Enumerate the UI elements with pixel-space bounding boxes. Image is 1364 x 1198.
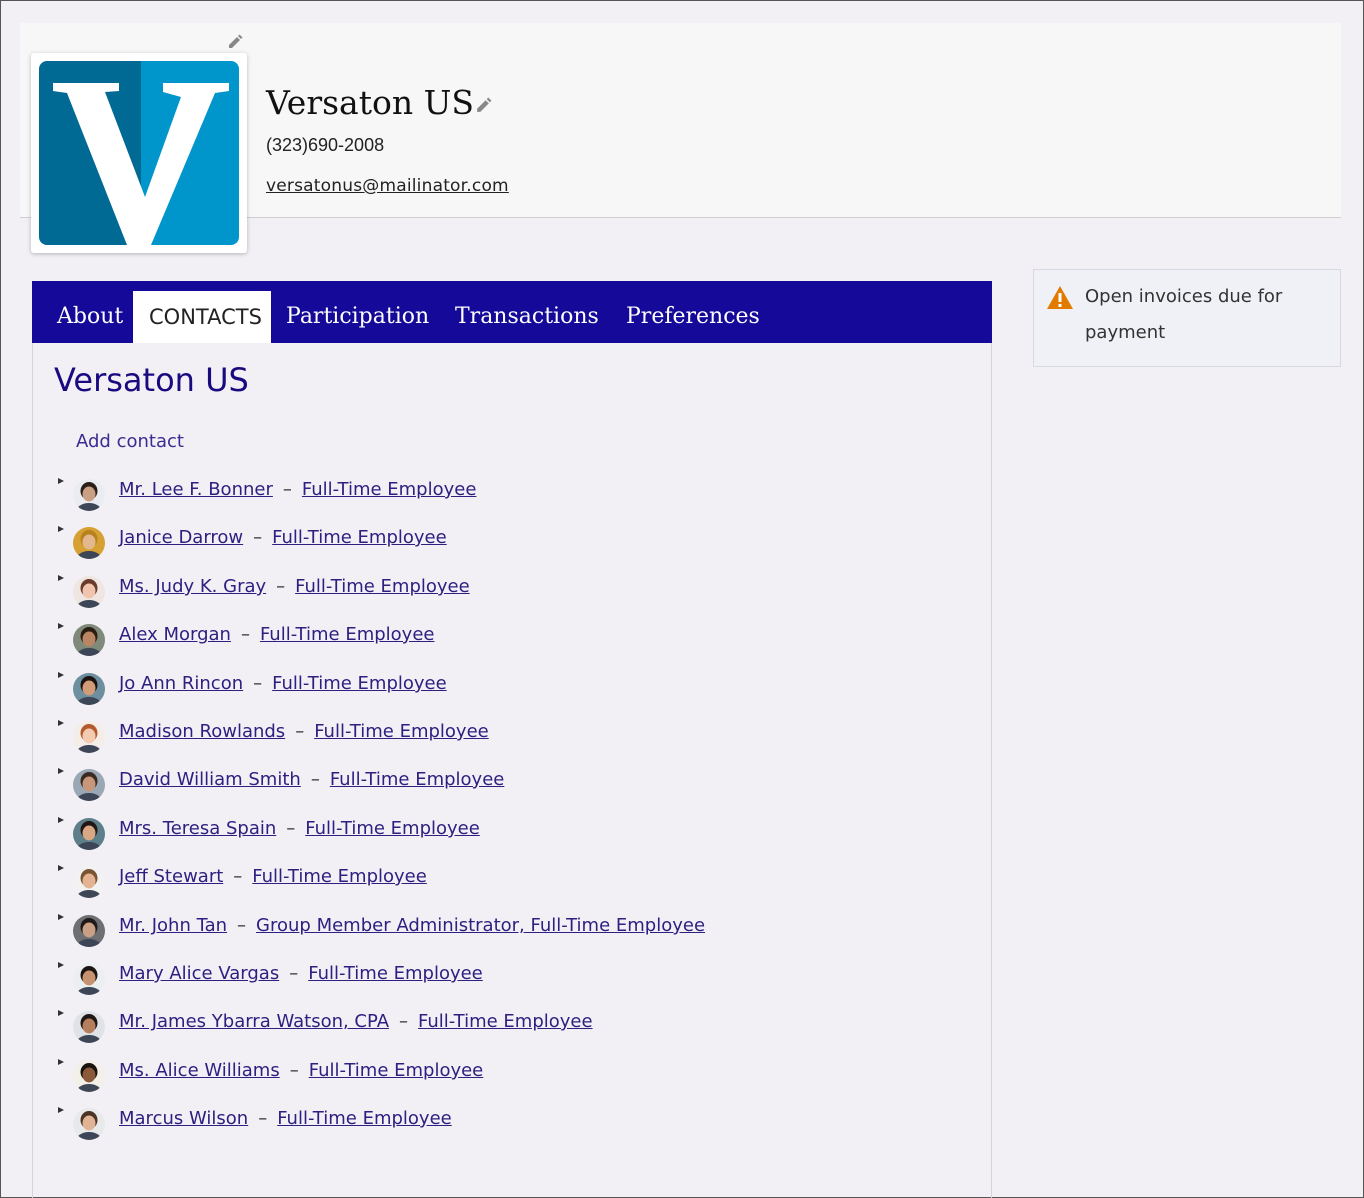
organization-logo [31,53,247,253]
separator: – [253,527,263,548]
tab-contacts[interactable]: CONTACTS [133,291,271,343]
expand-triangle-icon[interactable] [57,1106,65,1114]
contact-role-link[interactable]: Full-Time Employee [277,1108,452,1129]
separator: – [276,576,286,597]
contact-name-link[interactable]: Alex Morgan [119,624,231,645]
avatar [73,1060,105,1092]
avatar [73,1011,105,1043]
avatar [73,673,105,705]
contact-name-link[interactable]: Mary Alice Vargas [119,963,279,984]
separator: – [310,769,320,790]
avatar [73,1108,105,1140]
logo-v-icon [39,61,239,245]
contact-role-link[interactable]: Full-Time Employee [260,624,435,645]
expand-triangle-icon[interactable] [57,1058,65,1066]
contact-name-link[interactable]: David William Smith [119,769,301,790]
separator: – [286,818,296,839]
expand-triangle-icon[interactable] [57,816,65,824]
separator: – [289,963,299,984]
expand-triangle-icon[interactable] [57,622,65,630]
tab-preferences[interactable]: Preferences [626,291,760,343]
avatar [73,721,105,753]
expand-triangle-icon[interactable] [57,574,65,582]
avatar [73,624,105,656]
contact-name-link[interactable]: Ms. Judy K. Gray [119,576,266,597]
expand-triangle-icon[interactable] [57,525,65,533]
contact-name-link[interactable]: Mr. John Tan [119,915,227,936]
contact-role-link[interactable]: Full-Time Employee [272,673,447,694]
contact-name-link[interactable]: Ms. Alice Williams [119,1060,280,1081]
separator: – [282,479,292,500]
separator: – [289,1060,299,1081]
pencil-icon[interactable] [227,34,243,50]
alert-message: Open invoices due for payment [1085,286,1283,343]
separator: – [237,915,247,936]
contact-role-link[interactable]: Full-Time Employee [418,1011,593,1032]
invoice-alert: Open invoices due for payment [1033,269,1341,367]
separator: – [253,673,263,694]
separator: – [240,624,250,645]
expand-triangle-icon[interactable] [57,477,65,485]
separator: – [295,721,305,742]
contact-role-link[interactable]: Full-Time Employee [309,1060,484,1081]
organization-phone: (323)690-2008 [266,135,385,155]
contact-role-link[interactable]: Full-Time Employee [314,721,489,742]
tab-about[interactable]: About [57,291,123,343]
expand-triangle-icon[interactable] [57,913,65,921]
pencil-icon[interactable] [475,97,492,114]
tab-bar: About CONTACTS Participation Transaction… [32,281,992,343]
separator: – [258,1108,268,1129]
separator: – [233,866,243,887]
avatar [73,769,105,801]
contact-name-link[interactable]: Mr. Lee F. Bonner [119,479,273,500]
contact-role-link[interactable]: Group Member Administrator, Full-Time Em… [256,915,705,936]
avatar [73,479,105,511]
expand-triangle-icon[interactable] [57,767,65,775]
contact-role-link[interactable]: Full-Time Employee [308,963,483,984]
contact-role-link[interactable]: Full-Time Employee [272,527,447,548]
expand-triangle-icon[interactable] [57,671,65,679]
contact-role-link[interactable]: Full-Time Employee [302,479,477,500]
separator: – [399,1011,409,1032]
section-title: Versaton US [54,361,249,399]
organization-email-link[interactable]: versatonus@mailinator.com [266,176,509,196]
avatar [73,915,105,947]
organization-name: Versaton US [266,83,475,122]
contact-name-link[interactable]: Janice Darrow [119,527,243,548]
avatar [73,818,105,850]
contact-name-link[interactable]: Jo Ann Rincon [119,673,243,694]
contact-role-link[interactable]: Full-Time Employee [295,576,470,597]
contact-role-link[interactable]: Full-Time Employee [305,818,480,839]
expand-triangle-icon[interactable] [57,1009,65,1017]
avatar [73,576,105,608]
tab-participation[interactable]: Participation [286,291,429,343]
avatar [73,963,105,995]
contact-name-link[interactable]: Jeff Stewart [119,866,223,887]
add-contact-link[interactable]: Add contact [76,431,184,452]
warning-icon [1047,286,1073,309]
expand-triangle-icon[interactable] [57,864,65,872]
expand-triangle-icon[interactable] [57,961,65,969]
tab-transactions[interactable]: Transactions [455,291,599,343]
contact-name-link[interactable]: Marcus Wilson [119,1108,248,1129]
contact-role-link[interactable]: Full-Time Employee [252,866,427,887]
contact-name-link[interactable]: Mr. James Ybarra Watson, CPA [119,1011,389,1032]
contact-role-link[interactable]: Full-Time Employee [330,769,505,790]
expand-triangle-icon[interactable] [57,719,65,727]
avatar [73,527,105,559]
avatar [73,866,105,898]
contact-name-link[interactable]: Madison Rowlands [119,721,285,742]
contact-name-link[interactable]: Mrs. Teresa Spain [119,818,276,839]
